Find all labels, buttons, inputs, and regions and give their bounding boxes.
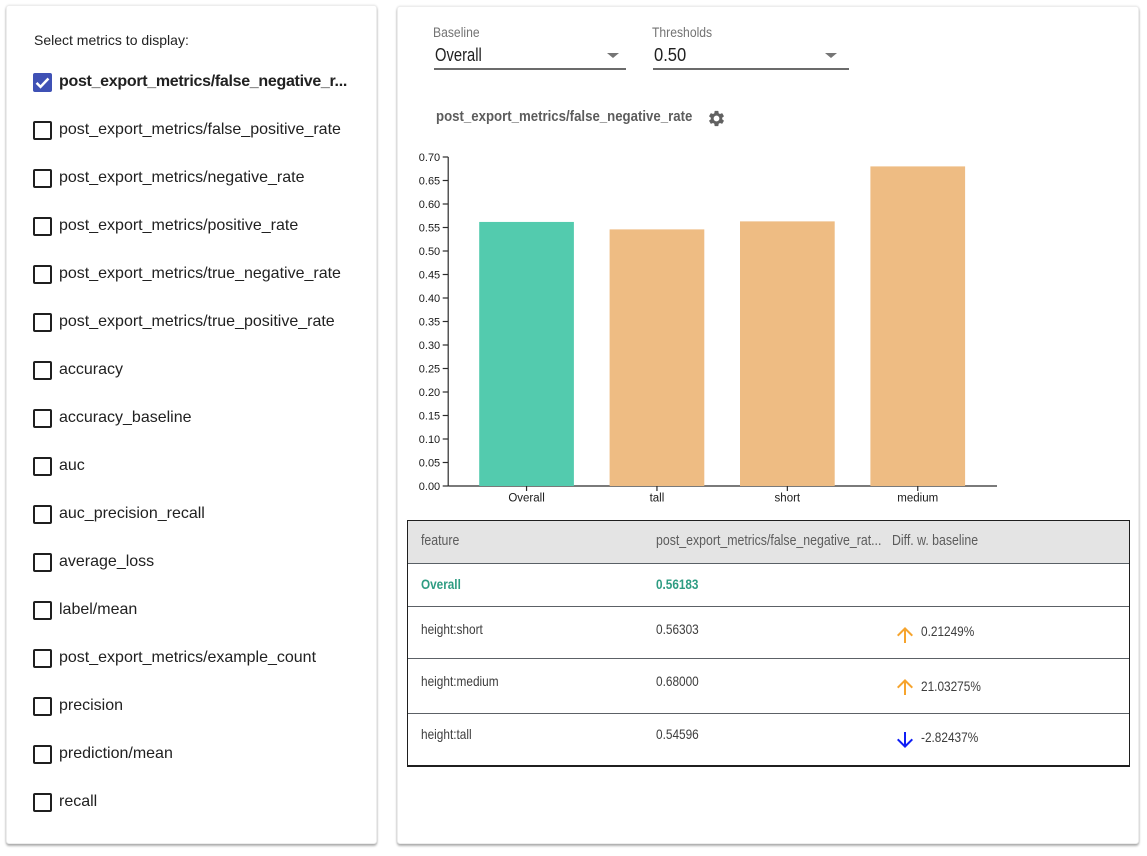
svg-text:0.50: 0.50 — [419, 246, 440, 258]
svg-text:tall: tall — [650, 493, 665, 505]
svg-text:Overall: Overall — [508, 493, 544, 505]
svg-text:0.35: 0.35 — [419, 316, 440, 328]
svg-text:0.70: 0.70 — [419, 152, 440, 164]
svg-text:0.55: 0.55 — [419, 222, 440, 234]
svg-text:0.40: 0.40 — [419, 293, 440, 305]
svg-text:short: short — [775, 493, 801, 505]
svg-text:0.15: 0.15 — [419, 410, 440, 422]
svg-text:medium: medium — [897, 493, 938, 505]
svg-text:0.25: 0.25 — [419, 363, 440, 375]
svg-text:0.00: 0.00 — [419, 481, 440, 493]
svg-text:0.10: 0.10 — [419, 434, 440, 446]
svg-text:0.20: 0.20 — [419, 387, 440, 399]
svg-text:0.05: 0.05 — [419, 457, 440, 469]
svg-text:0.30: 0.30 — [419, 340, 440, 352]
svg-text:0.60: 0.60 — [419, 199, 440, 211]
svg-text:0.45: 0.45 — [419, 269, 440, 281]
svg-text:0.65: 0.65 — [419, 175, 440, 187]
